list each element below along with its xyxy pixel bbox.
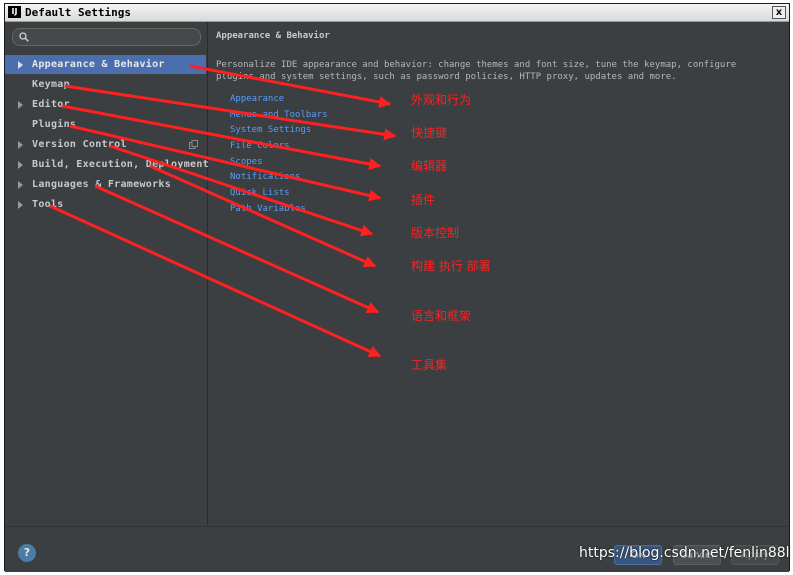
annotation-label: 构建 执行 部署	[411, 259, 491, 273]
annotation-arrow	[109, 144, 374, 237]
annotation-arrow	[64, 84, 397, 141]
annotation-label: 快捷键	[411, 126, 448, 140]
annotation-label: 插件	[411, 193, 436, 207]
watermark-text: https://blog.csdn.net/fenlin88l	[579, 545, 790, 561]
annotation-arrows	[49, 64, 397, 358]
annotation-arrow	[189, 64, 392, 108]
annotation-arrow	[49, 204, 382, 358]
annotation-label: 工具集	[411, 358, 448, 372]
annotation-label: 编辑器	[411, 159, 448, 173]
annotation-label: 外观和行为	[411, 93, 472, 107]
annotation-label: 语言和框架	[411, 309, 472, 323]
annotation-arrow	[149, 164, 377, 268]
annotation-label: 版本控制	[411, 226, 460, 240]
